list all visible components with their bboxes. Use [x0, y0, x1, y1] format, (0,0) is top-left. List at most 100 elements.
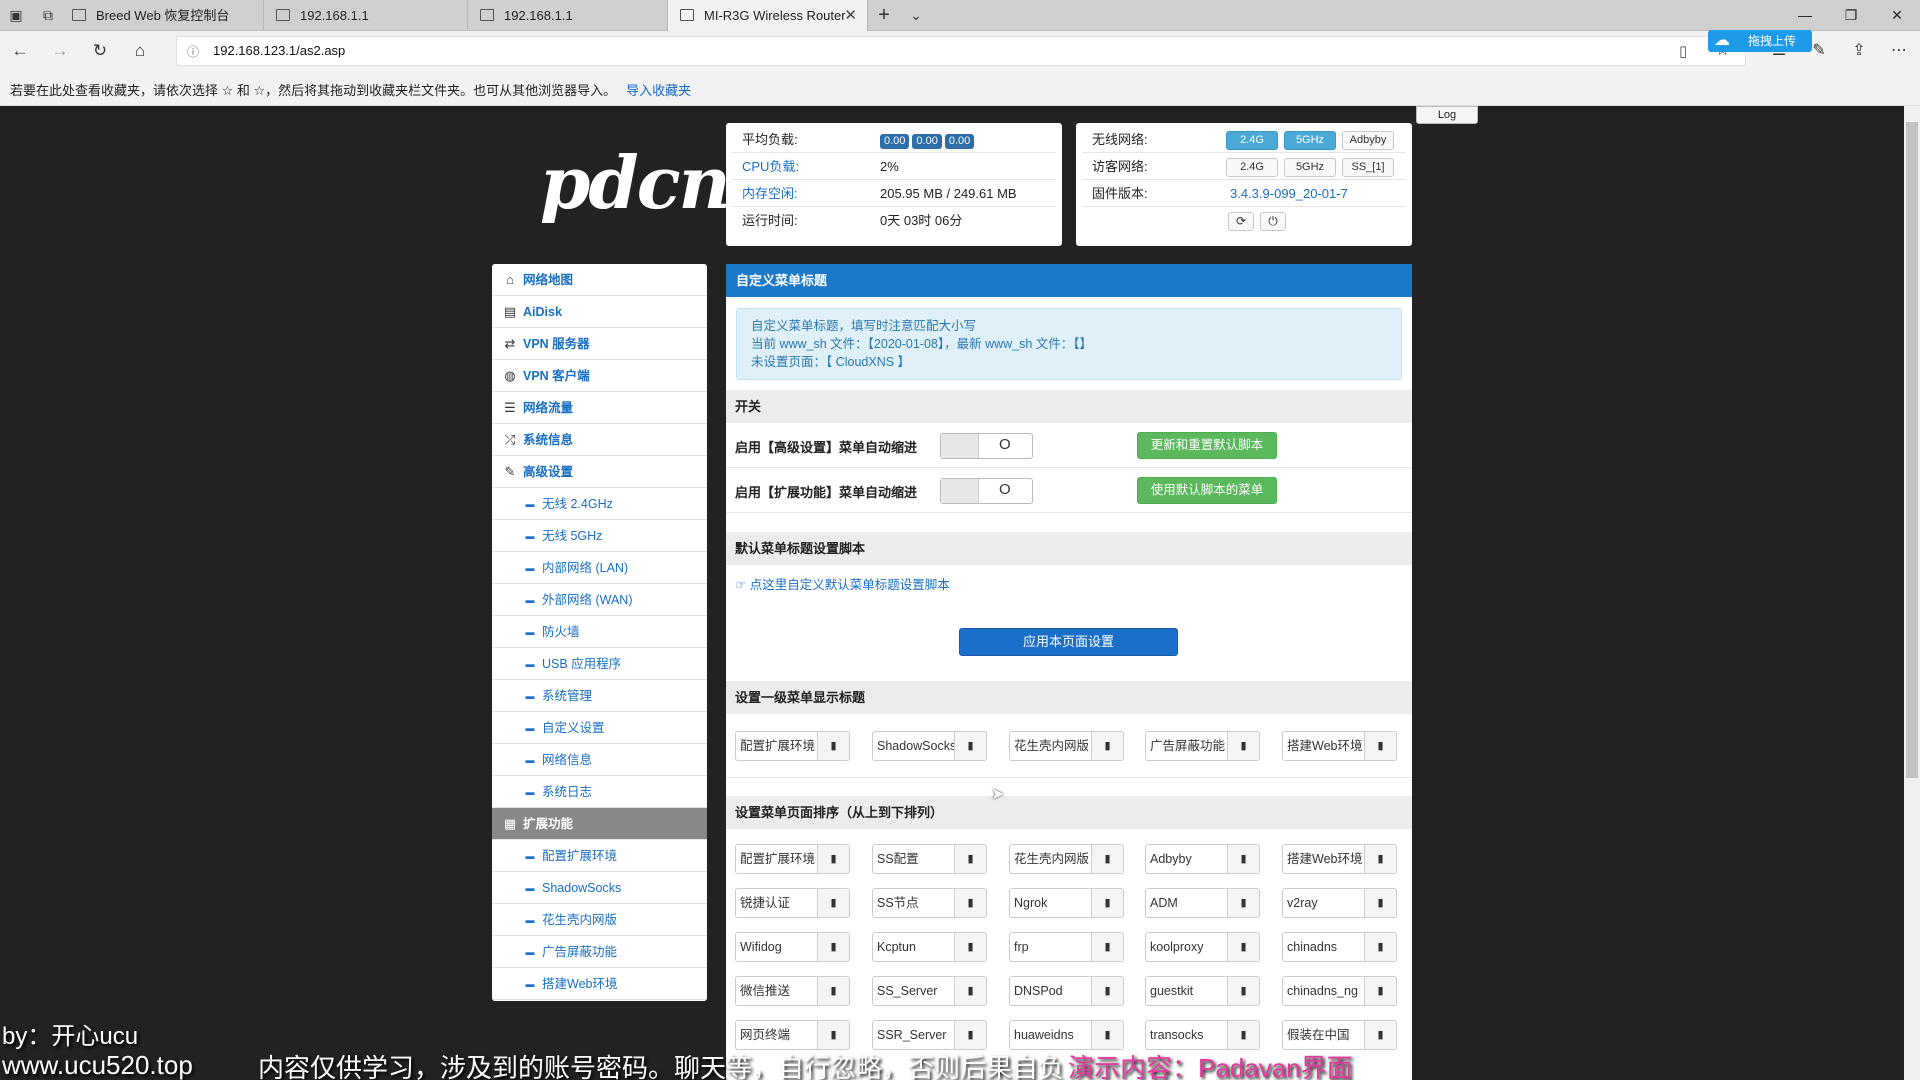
close-window-icon[interactable]: ✕: [1874, 0, 1920, 31]
menu-title-input[interactable]: DNSPod: [1009, 976, 1092, 1006]
trash-icon[interactable]: ▮: [1092, 1020, 1124, 1050]
trash-icon[interactable]: ▮: [955, 844, 987, 874]
home-icon[interactable]: ⌂: [126, 39, 154, 63]
power-icon[interactable]: ⏻: [1260, 212, 1286, 231]
apply-button[interactable]: 应用本页面设置: [959, 628, 1178, 656]
menu-title-input[interactable]: 锐捷认证: [735, 888, 818, 918]
menu-title-input[interactable]: 花生壳内网版: [1009, 731, 1092, 761]
sidebar-item-4[interactable]: ☰ 网络流量: [492, 392, 707, 424]
minimize-icon[interactable]: —: [1782, 0, 1828, 31]
menu-title-input[interactable]: 广告屏蔽功能: [1145, 731, 1228, 761]
ss-button[interactable]: SS_[1]: [1342, 158, 1394, 177]
sidebar-subitem-advanced-1[interactable]: ▬ 无线 5GHz: [492, 520, 707, 552]
reset-script-button[interactable]: 更新和重置默认脚本: [1137, 432, 1277, 459]
trash-icon[interactable]: ▮: [818, 932, 850, 962]
extension-indent-toggle[interactable]: O: [940, 478, 1033, 504]
use-default-menu-button[interactable]: 使用默认脚本的菜单: [1137, 477, 1277, 504]
trash-icon[interactable]: ▮: [1092, 731, 1124, 761]
tab-breed[interactable]: Breed Web 恢复控制台: [60, 0, 264, 31]
sidebar-subitem-advanced-2[interactable]: ▬ 内部网络 (LAN): [492, 552, 707, 584]
log-button[interactable]: Log: [1416, 106, 1478, 124]
trash-icon[interactable]: ▮: [1092, 932, 1124, 962]
sidebar-subitem-ext-0[interactable]: ▬ 配置扩展环境: [492, 840, 707, 872]
window-menu-icon[interactable]: ▣: [4, 4, 28, 26]
sidebar-subitem-ext-2[interactable]: ▬ 花生壳内网版: [492, 904, 707, 936]
back-icon[interactable]: ←: [6, 39, 34, 63]
chevron-down-icon[interactable]: ⌄: [904, 4, 928, 26]
sidebar-item-3[interactable]: ◍ VPN 客户端: [492, 360, 707, 392]
trash-icon[interactable]: ▮: [955, 976, 987, 1006]
trash-icon[interactable]: ▮: [1092, 888, 1124, 918]
custom-script-link[interactable]: ☞ 点这里自定义默认菜单标题设置脚本: [735, 574, 950, 593]
trash-icon[interactable]: ▮: [1365, 932, 1397, 962]
trash-icon[interactable]: ▮: [818, 731, 850, 761]
trash-icon[interactable]: ▮: [1092, 976, 1124, 1006]
menu-title-input[interactable]: Ngrok: [1009, 888, 1092, 918]
share-icon[interactable]: ⇪: [1846, 39, 1872, 63]
trash-icon[interactable]: ▮: [818, 888, 850, 918]
menu-title-input[interactable]: frp: [1009, 932, 1092, 962]
menu-title-input[interactable]: chinadns_ng: [1282, 976, 1365, 1006]
sidebar-item-1[interactable]: ▤ AiDisk: [492, 296, 707, 328]
tab-preview-icon[interactable]: ⧉: [36, 4, 60, 26]
upload-widget[interactable]: ☁ 拖拽上传: [1708, 30, 1812, 52]
url-field[interactable]: ⓘ 192.168.123.1/as2.asp ▯ ☆: [176, 36, 1746, 66]
menu-title-input[interactable]: 配置扩展环境: [735, 844, 818, 874]
menu-title-input[interactable]: Kcptun: [872, 932, 955, 962]
menu-title-input[interactable]: SS配置: [872, 844, 955, 874]
cpu-label[interactable]: CPU负载:: [742, 153, 799, 180]
wifi-5g-button[interactable]: 5GHz: [1284, 131, 1336, 150]
trash-icon[interactable]: ▮: [1228, 932, 1260, 962]
trash-icon[interactable]: ▮: [955, 888, 987, 918]
trash-icon[interactable]: ▮: [818, 976, 850, 1006]
trash-icon[interactable]: ▮: [955, 932, 987, 962]
sidebar-item-2[interactable]: ⇄ VPN 服务器: [492, 328, 707, 360]
forward-icon[interactable]: →: [46, 39, 74, 63]
sidebar-item-5[interactable]: ⤮ 系统信息: [492, 424, 707, 456]
trash-icon[interactable]: ▮: [1365, 844, 1397, 874]
trash-icon[interactable]: ▮: [1365, 888, 1397, 918]
menu-title-input[interactable]: SSR_Server: [872, 1020, 955, 1050]
close-tab-icon[interactable]: ✕: [844, 0, 857, 31]
reboot-icon[interactable]: ⟳: [1228, 212, 1254, 231]
sidebar-subitem-advanced-8[interactable]: ▬ 网络信息: [492, 744, 707, 776]
sidebar-item-6[interactable]: ✎ 高级设置: [492, 456, 707, 488]
tab-router-1[interactable]: 192.168.1.1: [264, 0, 468, 31]
menu-title-input[interactable]: transocks: [1145, 1020, 1228, 1050]
advanced-indent-toggle[interactable]: O: [940, 433, 1033, 459]
menu-title-input[interactable]: 假装在中国: [1282, 1020, 1365, 1050]
menu-title-input[interactable]: koolproxy: [1145, 932, 1228, 962]
sidebar-subitem-advanced-6[interactable]: ▬ 系统管理: [492, 680, 707, 712]
sidebar-subitem-advanced-3[interactable]: ▬ 外部网络 (WAN): [492, 584, 707, 616]
guest-24g-button[interactable]: 2.4G: [1226, 158, 1278, 177]
trash-icon[interactable]: ▮: [1365, 1020, 1397, 1050]
menu-title-input[interactable]: Wifidog: [735, 932, 818, 962]
refresh-icon[interactable]: ↻: [86, 39, 114, 63]
sidebar-subitem-ext-4[interactable]: ▬ 搭建Web环境: [492, 968, 707, 1000]
menu-title-input[interactable]: 配置扩展环境: [735, 731, 818, 761]
sidebar-subitem-advanced-5[interactable]: ▬ USB 应用程序: [492, 648, 707, 680]
trash-icon[interactable]: ▮: [1365, 976, 1397, 1006]
trash-icon[interactable]: ▮: [955, 731, 987, 761]
trash-icon[interactable]: ▮: [1092, 844, 1124, 874]
trash-icon[interactable]: ▮: [1365, 731, 1397, 761]
trash-icon[interactable]: ▮: [818, 1020, 850, 1050]
trash-icon[interactable]: ▮: [1228, 888, 1260, 918]
menu-title-input[interactable]: v2ray: [1282, 888, 1365, 918]
adbyby-button[interactable]: Adbyby: [1342, 131, 1394, 150]
trash-icon[interactable]: ▮: [955, 1020, 987, 1050]
menu-title-input[interactable]: ShadowSocks: [872, 731, 955, 761]
sidebar-subitem-advanced-0[interactable]: ▬ 无线 2.4GHz: [492, 488, 707, 520]
more-icon[interactable]: ⋯: [1886, 39, 1912, 63]
mem-label[interactable]: 内存空闲:: [742, 180, 798, 207]
firmware-value[interactable]: 3.4.3.9-099_20-01-7: [1230, 180, 1348, 207]
menu-title-input[interactable]: 网页终端: [735, 1020, 818, 1050]
sidebar-subitem-advanced-9[interactable]: ▬ 系统日志: [492, 776, 707, 808]
menu-title-input[interactable]: 微信推送: [735, 976, 818, 1006]
sidebar-item-extensions[interactable]: ▦ 扩展功能: [492, 808, 707, 840]
sidebar-subitem-ext-1[interactable]: ▬ ShadowSocks: [492, 872, 707, 904]
wifi-24g-button[interactable]: 2.4G: [1226, 131, 1278, 150]
trash-icon[interactable]: ▮: [1228, 976, 1260, 1006]
scrollbar-thumb[interactable]: [1906, 122, 1918, 778]
trash-icon[interactable]: ▮: [818, 844, 850, 874]
